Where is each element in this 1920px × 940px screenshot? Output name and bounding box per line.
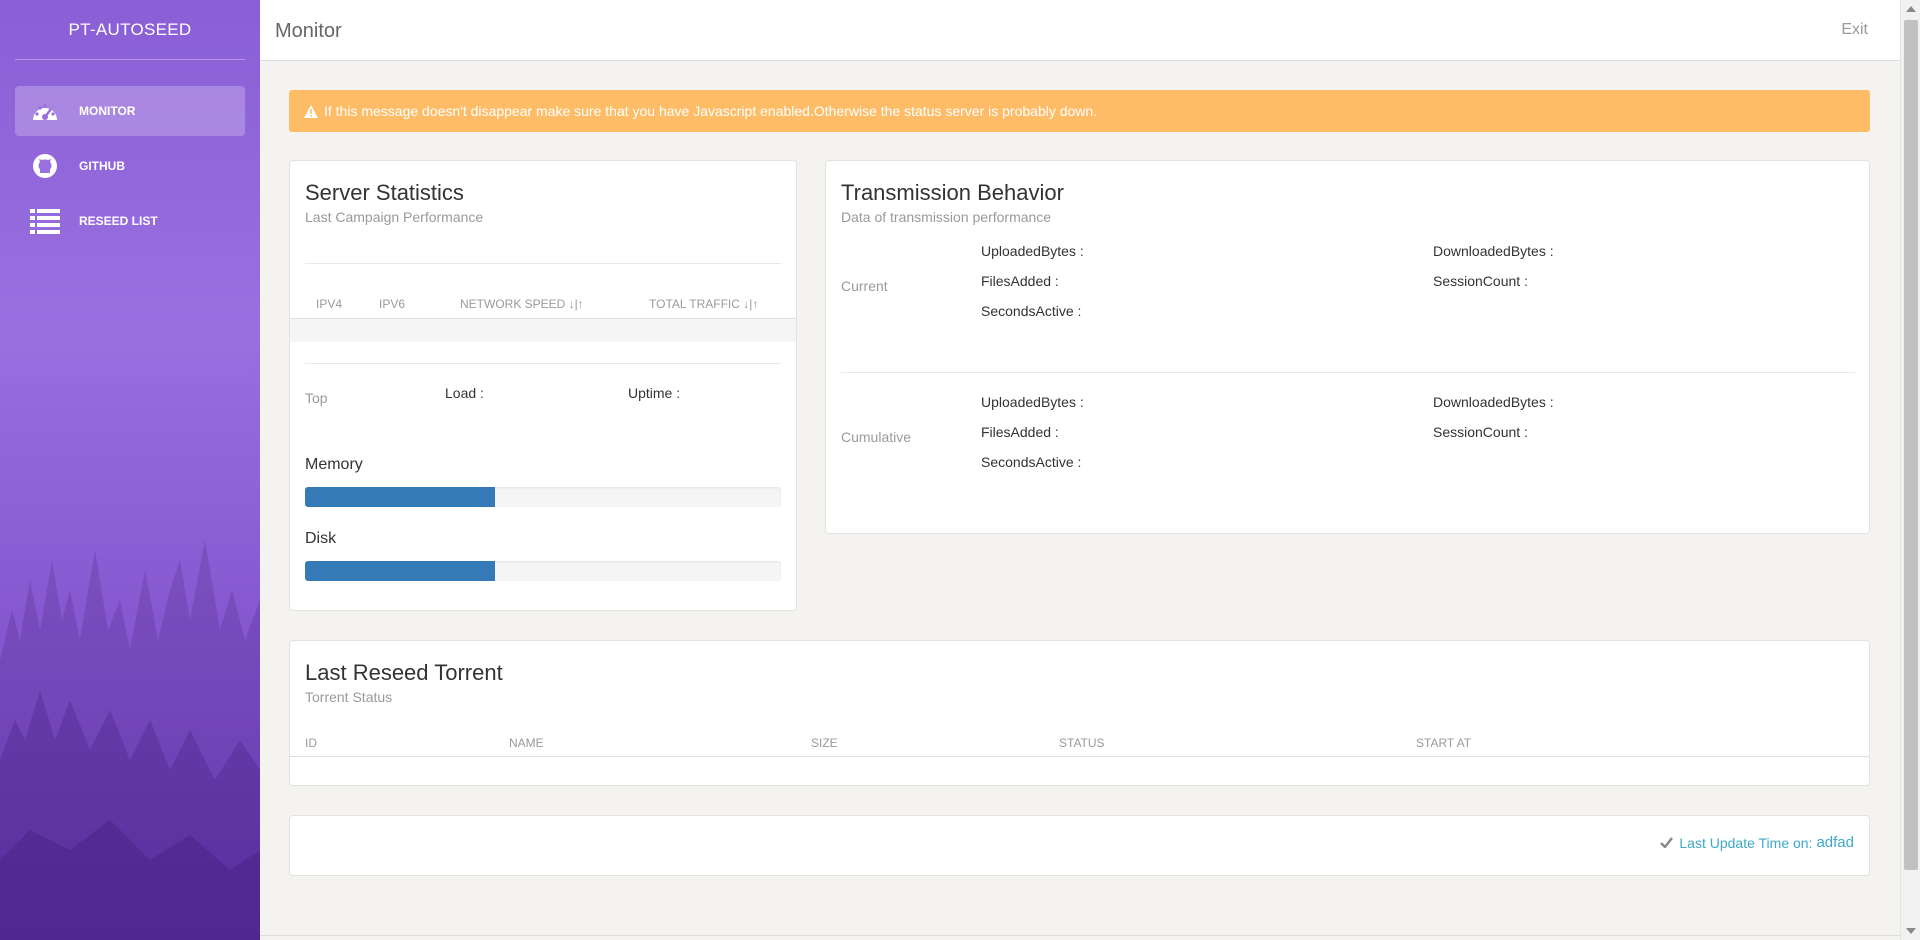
sidebar-item-monitor[interactable]: MONITOR [15, 86, 245, 136]
server-statistics-card: Server Statistics Last Campaign Performa… [289, 160, 797, 611]
last-update-label: Last Update Time on: [1679, 834, 1813, 851]
cumulative-seconds-active-label: SecondsActive : [981, 454, 1082, 470]
list-icon [29, 205, 61, 237]
card-title: Last Reseed Torrent [305, 660, 503, 685]
card-title: Transmission Behavior [841, 180, 1064, 205]
column-header-start-at: START AT [1416, 736, 1472, 750]
cumulative-downloaded-bytes-label: DownloadedBytes : [1433, 394, 1554, 410]
vertical-scrollbar[interactable] [1900, 0, 1920, 940]
sidebar: PT-AUTOSEED MONITOR GITHUB RESEED LIST [0, 0, 260, 940]
memory-label: Memory [305, 456, 363, 473]
current-label: Current [841, 278, 888, 294]
current-downloaded-bytes-label: DownloadedBytes : [1433, 243, 1554, 259]
current-files-added-label: FilesAdded : [981, 273, 1059, 289]
table-empty-row [290, 318, 796, 342]
disk-progress-fill [305, 561, 496, 581]
sidebar-item-reseed-list[interactable]: RESEED LIST [15, 196, 245, 246]
sidebar-item-label: GITHUB [79, 159, 125, 173]
current-session-count-label: SessionCount : [1433, 273, 1528, 289]
column-header-network-speed[interactable]: NETWORK SPEED ↓|↑ [460, 297, 584, 311]
last-update-card: Last Update Time on: adfad [289, 815, 1870, 876]
page-bottom-border [260, 935, 1900, 936]
check-icon [1660, 837, 1674, 848]
exit-link[interactable]: Exit [1841, 21, 1868, 39]
sidebar-nav: MONITOR GITHUB RESEED LIST [0, 86, 260, 246]
divider [305, 263, 781, 264]
column-header-total-traffic[interactable]: TOTAL TRAFFIC ↓|↑ [649, 297, 758, 311]
column-header-name: NAME [509, 736, 544, 750]
column-header-ipv4[interactable]: IPV4 [316, 297, 342, 311]
cumulative-label: Cumulative [841, 429, 912, 445]
column-header-size: SIZE [811, 736, 838, 750]
sidebar-item-label: MONITOR [79, 104, 136, 118]
column-header-id: ID [305, 736, 317, 750]
scroll-down-arrow-icon[interactable] [1906, 928, 1916, 934]
card-subtitle: Torrent Status [305, 689, 393, 705]
forest-background-image [0, 540, 260, 940]
javascript-warning-alert: If this message doesn't disappear make s… [289, 90, 1870, 132]
page-title: Monitor [275, 20, 342, 42]
disk-progress-bar [305, 561, 781, 581]
memory-progress-bar [305, 487, 781, 507]
last-update-time: Last Update Time on: adfad [1660, 834, 1854, 851]
scrollbar-thumb[interactable] [1904, 20, 1918, 870]
column-header-status: STATUS [1059, 736, 1105, 750]
load-label: Load : [445, 385, 484, 401]
github-icon [29, 150, 61, 182]
alert-text: If this message doesn't disappear make s… [324, 103, 1098, 119]
top-label: Top [305, 390, 328, 406]
cumulative-session-count-label: SessionCount : [1433, 424, 1528, 440]
cumulative-files-added-label: FilesAdded : [981, 424, 1059, 440]
current-uploaded-bytes-label: UploadedBytes : [981, 243, 1084, 259]
sidebar-item-label: RESEED LIST [79, 214, 158, 228]
uptime-label: Uptime : [628, 385, 681, 401]
top-navbar: Monitor Exit [260, 0, 1900, 61]
cumulative-uploaded-bytes-label: UploadedBytes : [981, 394, 1084, 410]
card-subtitle: Last Campaign Performance [305, 209, 484, 225]
warning-icon [304, 104, 318, 118]
column-header-ipv6[interactable]: IPV6 [379, 297, 405, 311]
divider [841, 372, 1855, 373]
divider [305, 363, 781, 364]
last-update-value: adfad [1816, 834, 1854, 851]
disk-label: Disk [305, 530, 337, 547]
sidebar-item-github[interactable]: GITHUB [15, 141, 245, 191]
scroll-up-arrow-icon[interactable] [1906, 6, 1916, 12]
last-reseed-torrent-card: Last Reseed Torrent Torrent Status ID NA… [289, 640, 1870, 786]
memory-progress-fill [305, 487, 496, 507]
dashboard-icon [29, 95, 61, 127]
card-title: Server Statistics [305, 180, 464, 205]
current-seconds-active-label: SecondsActive : [981, 303, 1082, 319]
transmission-behavior-card: Transmission Behavior Data of transmissi… [825, 160, 1870, 534]
table-header-divider [290, 756, 1869, 757]
brand-logo-text[interactable]: PT-AUTOSEED [15, 0, 245, 60]
card-subtitle: Data of transmission performance [841, 209, 1052, 225]
